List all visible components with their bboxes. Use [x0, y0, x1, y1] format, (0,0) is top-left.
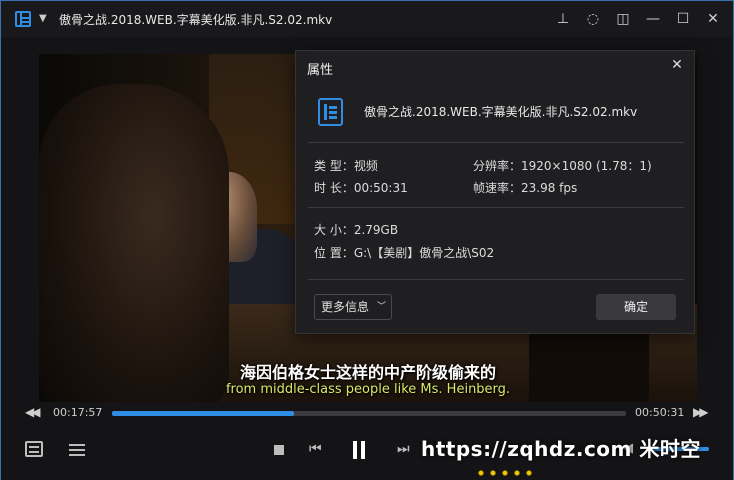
prop-framerate: 帧速率：23.98 fps	[473, 181, 578, 195]
video-foreground-head	[39, 84, 229, 402]
subtitle-english: from middle-class people like Ms. Heinbe…	[225, 382, 511, 397]
divider	[308, 207, 684, 208]
minimize-icon[interactable]: —	[643, 9, 663, 29]
settings-sliders-icon[interactable]	[69, 443, 85, 457]
bulb-icon[interactable]: ◌	[583, 9, 603, 29]
rewind-icon[interactable]: ◀◀	[25, 405, 41, 419]
ok-button[interactable]: 确定	[596, 294, 676, 320]
prop-duration: 时 长：00:50:31	[314, 181, 408, 195]
dialog-title: 属性	[307, 63, 334, 78]
seek-bar-fill	[112, 411, 295, 416]
close-icon[interactable]: ✕	[703, 9, 723, 29]
prop-size: 大 小：2.79GB	[314, 223, 399, 237]
pip-icon[interactable]: ◫	[613, 9, 633, 29]
subtitle-chinese: 海因伯格女士这样的中产阶级偷来的	[239, 363, 496, 382]
player-window: ▼ 傲骨之战.2018.WEB.字幕美化版.非凡.S2.02.mkv ⊥ ◌ ◫…	[0, 0, 734, 480]
chevron-down-icon: ﹀	[377, 302, 387, 312]
playlist-icon[interactable]	[25, 441, 43, 457]
prop-location: 位 置：G:\【美剧】傲骨之战\S02	[314, 246, 495, 260]
window-title: 傲骨之战.2018.WEB.字幕美化版.非凡.S2.02.mkv	[59, 13, 333, 27]
stop-icon[interactable]	[274, 445, 284, 455]
watermark-text: https://zqhdz.com 米时空	[421, 437, 701, 461]
current-time: 00:17:57	[53, 406, 103, 419]
progress-row: ◀◀ 00:17:57 00:50:31 ▶▶	[1, 403, 733, 423]
previous-icon[interactable]: ⏮	[309, 441, 322, 457]
file-name: 傲骨之战.2018.WEB.字幕美化版.非凡.S2.02.mkv	[364, 105, 638, 119]
prop-type: 类 型：视频	[314, 159, 378, 173]
video-file-icon	[318, 98, 343, 126]
prop-resolution: 分辨率：1920×1080 (1.78：1)	[473, 159, 652, 173]
watermark-dots	[475, 469, 535, 477]
total-time: 00:50:31	[635, 406, 685, 419]
pin-icon[interactable]: ⊥	[553, 9, 573, 29]
properties-dialog: 属性 ✕ 傲骨之战.2018.WEB.字幕美化版.非凡.S2.02.mkv 类 …	[295, 50, 695, 334]
more-info-label: 更多信息	[321, 300, 370, 314]
app-logo-icon[interactable]	[15, 11, 31, 27]
more-info-button[interactable]: 更多信息 ﹀	[314, 294, 392, 320]
divider	[308, 142, 684, 143]
pause-icon[interactable]	[351, 441, 367, 459]
dialog-close-icon[interactable]: ✕	[668, 57, 686, 73]
menu-caret-icon[interactable]: ▼	[39, 13, 47, 24]
seek-bar[interactable]	[112, 411, 626, 416]
divider	[308, 279, 684, 280]
next-icon[interactable]: ⏭	[397, 441, 410, 457]
fast-forward-icon[interactable]: ▶▶	[693, 405, 709, 419]
maximize-icon[interactable]: ☐	[673, 9, 693, 29]
title-bar[interactable]: ▼ 傲骨之战.2018.WEB.字幕美化版.非凡.S2.02.mkv ⊥ ◌ ◫…	[1, 1, 733, 37]
